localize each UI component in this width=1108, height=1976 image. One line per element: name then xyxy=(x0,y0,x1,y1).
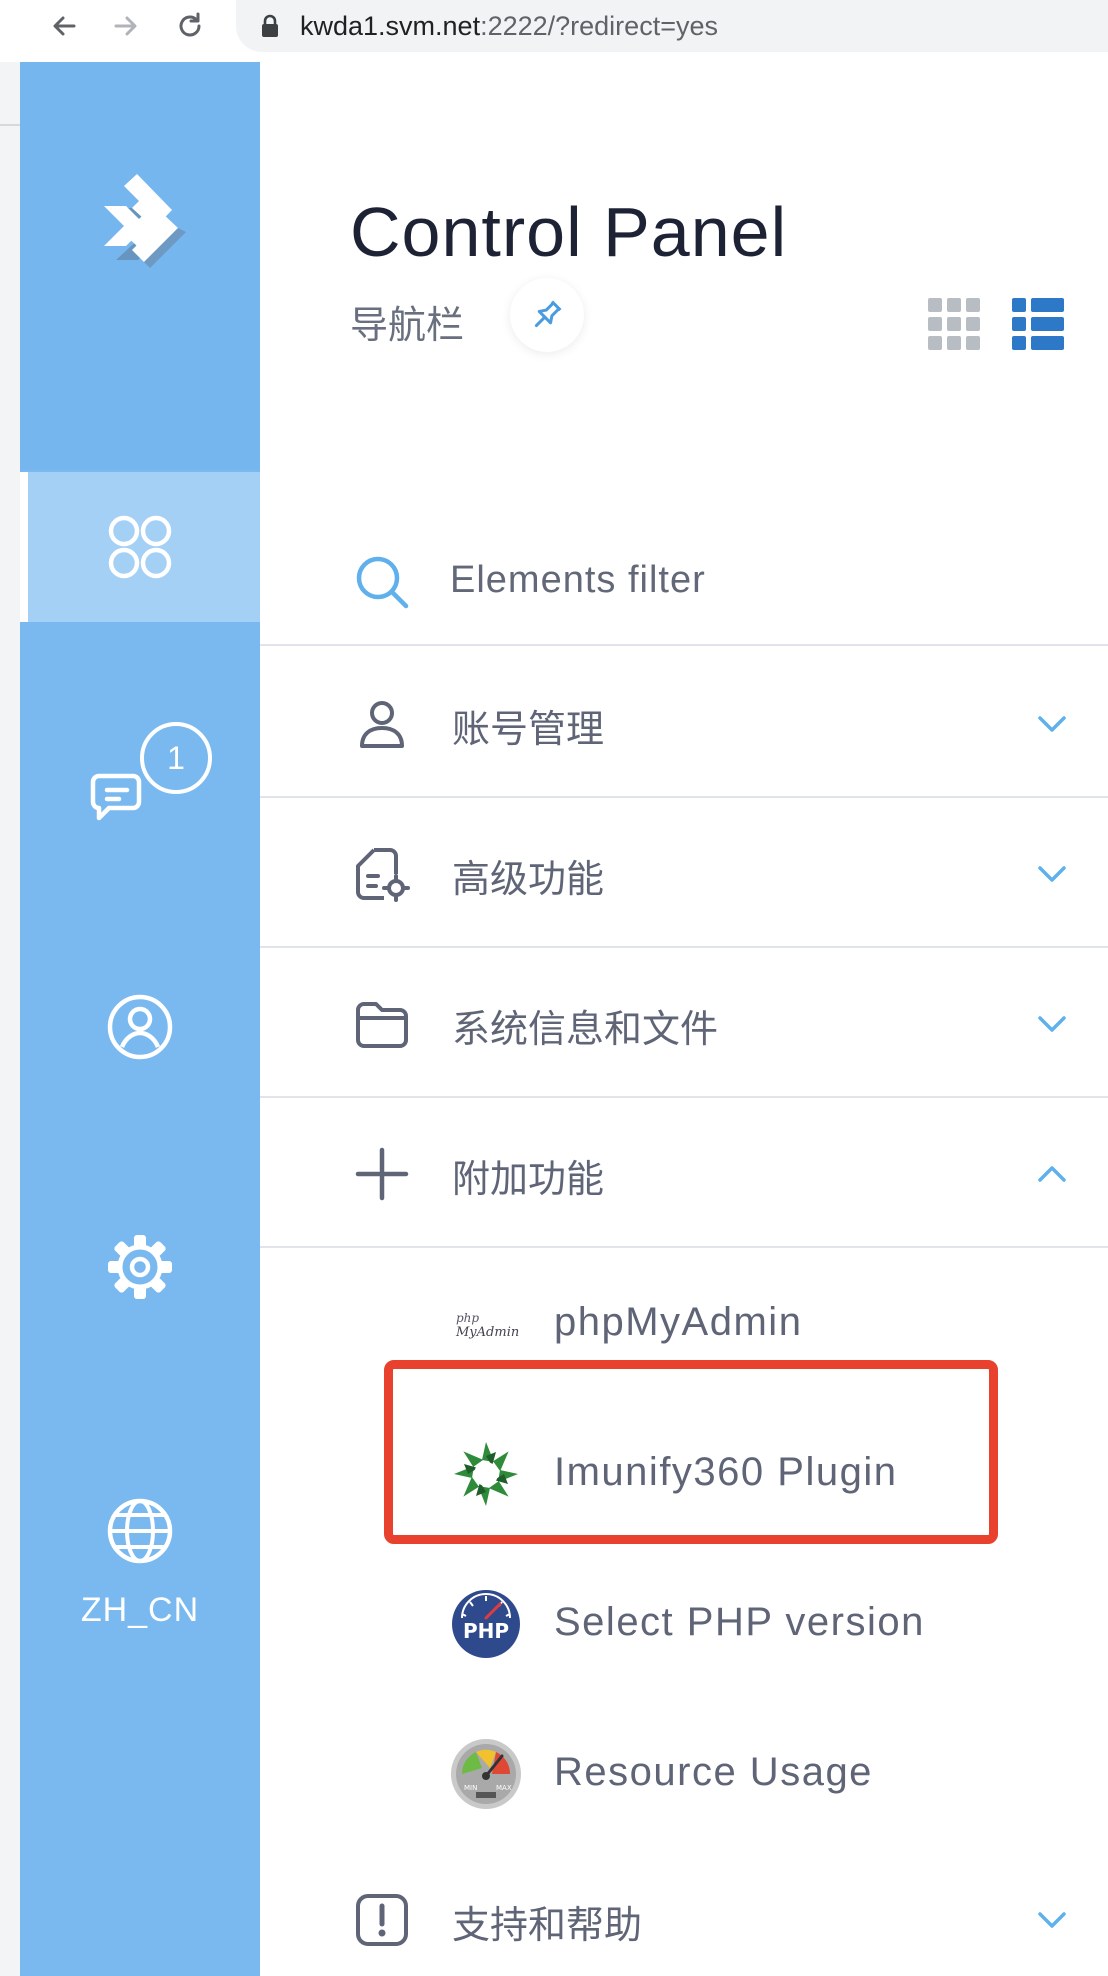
url-host: kwda1.svm.net xyxy=(300,10,481,41)
svg-text:MIN: MIN xyxy=(464,1784,477,1792)
page-title: Control Panel xyxy=(350,193,788,271)
svg-text:PHP: PHP xyxy=(463,1619,509,1643)
lock-icon xyxy=(262,14,278,37)
elements-filter xyxy=(260,532,1108,646)
pin-button[interactable] xyxy=(510,278,584,352)
sidebar-item-dashboard[interactable] xyxy=(20,472,260,622)
menu-item-label: Select PHP version xyxy=(554,1600,925,1644)
section-label: 系统信息和文件 xyxy=(452,1007,719,1051)
section-system-info-files[interactable]: 系统信息和文件 xyxy=(260,948,1108,1098)
phpmyadmin-icon: php MyAdmin xyxy=(455,1311,519,1340)
chevron-down-icon xyxy=(1038,1912,1066,1928)
globe-icon xyxy=(107,1498,173,1563)
section-label: 支持和帮助 xyxy=(452,1903,643,1947)
directadmin-logo-icon xyxy=(104,174,186,268)
exclamation-icon xyxy=(356,1894,408,1946)
highlight-box xyxy=(384,1360,998,1544)
pin-icon xyxy=(534,300,562,328)
browser-toolbar: kwda1.svm.net:2222/?redirect=yes xyxy=(0,0,1108,62)
sidebar: 1 ZH_CN xyxy=(20,62,260,1976)
logo[interactable] xyxy=(20,62,260,470)
page-subtitle: 导航栏 xyxy=(350,303,465,347)
address-bar[interactable]: kwda1.svm.net:2222/?redirect=yes xyxy=(236,0,1108,52)
gear-icon xyxy=(108,1235,172,1299)
sidebar-item-profile[interactable] xyxy=(20,952,260,1102)
svg-text:php: php xyxy=(456,1311,479,1325)
chevron-down-icon xyxy=(1038,716,1066,732)
section-support-help[interactable]: 支持和帮助 xyxy=(260,1844,1108,1976)
url-path: :2222/?redirect=yes xyxy=(480,10,718,41)
section-extra-features[interactable]: 附加功能 xyxy=(260,1098,1108,1248)
section-label: 高级功能 xyxy=(452,857,605,901)
elements-filter-input[interactable] xyxy=(450,552,1050,608)
section-label: 附加功能 xyxy=(452,1157,605,1201)
search-icon xyxy=(356,556,409,609)
chevron-up-icon xyxy=(1038,1166,1066,1182)
menu-item-resource-usage[interactable]: MIN MAX Resource Usage xyxy=(260,1694,1108,1844)
sidebar-item-messages[interactable]: 1 xyxy=(20,702,260,852)
php-icon: PHP xyxy=(452,1590,520,1658)
svg-text:MAX: MAX xyxy=(496,1784,512,1792)
chevron-down-icon xyxy=(1038,866,1066,882)
section-advanced-features[interactable]: 高级功能 xyxy=(260,798,1108,948)
user-circle-icon xyxy=(107,994,173,1060)
menu-item-label: Resource Usage xyxy=(554,1750,873,1794)
grid-circles-icon xyxy=(108,515,172,579)
menu-item-label: phpMyAdmin xyxy=(554,1300,803,1344)
plus-icon xyxy=(355,1147,409,1201)
page-edge xyxy=(0,62,20,1976)
user-icon xyxy=(360,701,404,748)
svg-text:MyAdmin: MyAdmin xyxy=(455,1325,519,1340)
back-arrow-icon[interactable] xyxy=(44,6,84,46)
main-content: Control Panel 导航栏 Elements filter 账号管理 高… xyxy=(260,62,1108,1976)
folder-icon xyxy=(356,1002,408,1048)
language-label: ZH_CN xyxy=(80,1590,200,1629)
forward-arrow-icon[interactable] xyxy=(106,6,146,46)
menu-item-select-php-version[interactable]: PHP Select PHP version xyxy=(260,1544,1108,1694)
reload-icon[interactable] xyxy=(170,6,210,46)
list-view-icon[interactable] xyxy=(1012,298,1064,350)
gauge-icon: MIN MAX xyxy=(451,1739,521,1809)
grid-view-icon[interactable] xyxy=(928,298,980,350)
message-count-badge: 1 xyxy=(140,722,212,794)
document-gear-icon xyxy=(356,848,410,902)
sidebar-item-language[interactable]: ZH_CN xyxy=(20,1462,260,1662)
chevron-down-icon xyxy=(1038,1016,1066,1032)
section-label: 账号管理 xyxy=(452,707,605,751)
section-account-management[interactable]: 账号管理 xyxy=(260,648,1108,798)
sidebar-item-settings[interactable] xyxy=(20,1192,260,1342)
